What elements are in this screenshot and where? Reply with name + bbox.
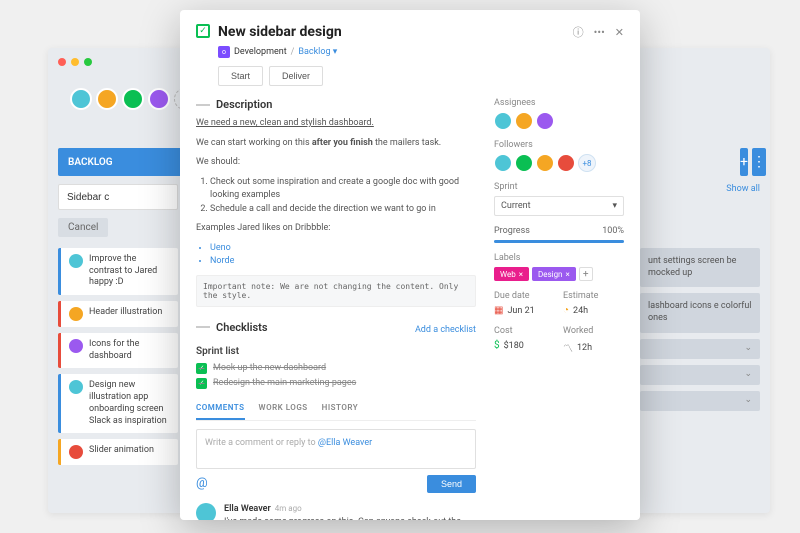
description-heading: Description <box>216 98 272 111</box>
remove-icon[interactable]: × <box>565 270 569 279</box>
cost-value[interactable]: $$180 <box>494 340 555 351</box>
avatar <box>69 445 83 459</box>
assignees-label: Assignees <box>494 98 624 108</box>
assignees-list[interactable] <box>494 112 624 130</box>
project-badge: o <box>218 46 230 58</box>
worked-value[interactable]: 〽12h <box>563 340 624 355</box>
section-icon <box>196 104 210 106</box>
info-icon[interactable]: ⓘ <box>573 24 584 40</box>
list-item-collapsed[interactable]: ⌄ <box>640 391 760 411</box>
sprint-select[interactable]: Current▾ <box>494 196 624 216</box>
checklist-item[interactable]: ✓Redesign the main marketing pages <box>196 378 476 389</box>
calendar-icon: ▦ <box>494 305 503 316</box>
status-link[interactable]: Backlog ▾ <box>298 47 337 57</box>
estimate-value[interactable]: ◔24h <box>563 305 624 316</box>
close-icon[interactable]: ✕ <box>615 26 624 39</box>
deliver-button[interactable]: Deliver <box>269 66 323 86</box>
search-input[interactable] <box>58 184 178 210</box>
task-title[interactable]: New sidebar design <box>218 24 342 40</box>
add-card-button[interactable]: + <box>740 148 748 176</box>
dollar-icon: $ <box>494 340 500 351</box>
clock-icon: ◔ <box>563 305 569 316</box>
progress-bar <box>494 240 624 243</box>
list-item[interactable]: Slider animation <box>58 439 178 465</box>
followers-label: Followers <box>494 140 624 150</box>
team-avatars: + <box>70 88 196 110</box>
followers-list[interactable]: +8 <box>494 154 624 172</box>
tab-comments[interactable]: COMMENTS <box>196 403 245 420</box>
duedate-label: Due date <box>494 291 555 301</box>
labels-label: Labels <box>494 253 624 263</box>
avatar <box>69 339 83 353</box>
comment-author[interactable]: Ella Weaver <box>224 504 271 514</box>
estimate-label: Estimate <box>563 291 624 301</box>
progress-value: 100% <box>602 226 624 236</box>
cost-label: Cost <box>494 326 555 336</box>
avatar <box>69 380 83 394</box>
list-item-collapsed[interactable]: ⌄ <box>640 339 760 359</box>
chart-icon: 〽 <box>563 340 573 355</box>
checklist-name[interactable]: Sprint list <box>196 346 476 357</box>
list-item[interactable]: Improve the contrast to Jared happy :D <box>58 248 178 295</box>
list-item[interactable]: Icons for the dashboard <box>58 333 178 368</box>
avatar <box>69 254 83 268</box>
tab-history[interactable]: HISTORY <box>322 403 358 420</box>
list-item[interactable]: Design new illustration app onboarding s… <box>58 374 178 433</box>
mention-icon[interactable]: @ <box>196 476 208 491</box>
cancel-button[interactable]: Cancel <box>58 218 108 237</box>
description-content[interactable]: We need a new, clean and stylish dashboa… <box>196 117 476 307</box>
list-item[interactable]: Header illustration <box>58 301 178 327</box>
list-item[interactable]: unt settings screen be mocked up <box>640 248 760 287</box>
avatar <box>69 307 83 321</box>
start-button[interactable]: Start <box>218 66 263 86</box>
checklists-heading: Checklists <box>216 321 268 334</box>
activity-tabs: COMMENTS WORK LOGS HISTORY <box>196 403 476 421</box>
window-controls <box>58 58 92 66</box>
comment-time: 4m ago <box>275 504 302 513</box>
label-chip[interactable]: Web × <box>494 267 529 281</box>
task-modal: ✓ New sidebar design ⓘ ••• ✕ o Developme… <box>180 10 640 520</box>
remove-icon[interactable]: × <box>519 270 523 279</box>
label-chip[interactable]: Design × <box>532 267 576 281</box>
worked-label: Worked <box>563 326 624 336</box>
progress-label: Progress <box>494 226 530 236</box>
add-checklist-link[interactable]: Add a checklist <box>415 325 476 335</box>
task-complete-checkbox[interactable]: ✓ <box>196 24 210 38</box>
checkbox-icon[interactable]: ✓ <box>196 378 207 389</box>
comment-item: Ella Weaver4m ago I've made some progres… <box>196 503 476 521</box>
comment-input[interactable]: Write a comment or reply to @Ella Weaver <box>196 429 476 469</box>
add-label-button[interactable]: + <box>579 267 593 281</box>
chevron-down-icon: ▾ <box>612 201 617 211</box>
project-name[interactable]: Development <box>234 47 287 57</box>
checkbox-icon[interactable]: ✓ <box>196 363 207 374</box>
tab-worklogs[interactable]: WORK LOGS <box>259 403 308 420</box>
sprint-label: Sprint <box>494 182 624 192</box>
avatar <box>196 503 216 521</box>
list-item-collapsed[interactable]: ⌄ <box>640 365 760 385</box>
column-menu-button[interactable]: ⋮ <box>752 148 766 176</box>
checklist-item[interactable]: ✓Mock up the new dashboard <box>196 363 476 374</box>
send-button[interactable]: Send <box>427 475 476 493</box>
duedate-value[interactable]: ▦Jun 21 <box>494 305 555 316</box>
more-icon[interactable]: ••• <box>594 26 605 39</box>
show-all-link[interactable]: Show all <box>726 184 760 194</box>
list-item[interactable]: lashboard icons e colorful ones <box>640 293 760 332</box>
